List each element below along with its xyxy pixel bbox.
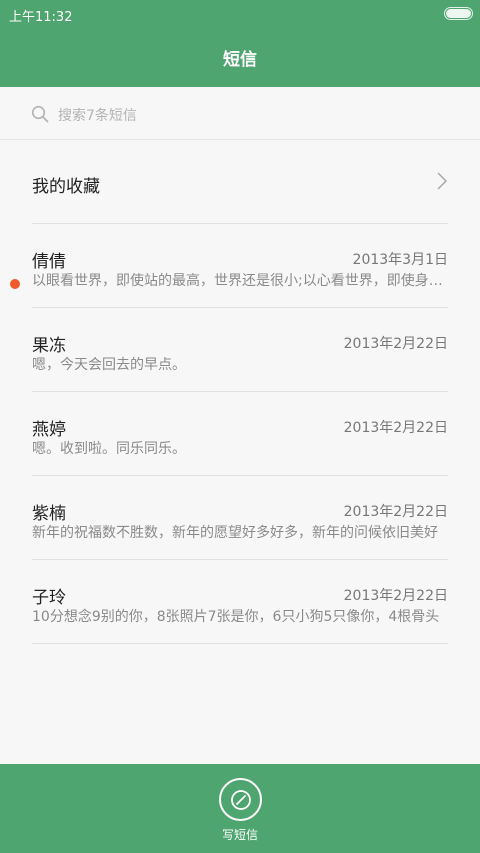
- page-title: 短信: [223, 50, 257, 70]
- conversation-item: 燕婷 2013年2月22日 嗯。收到啦。同乐同乐。: [32, 392, 448, 476]
- conversation-item: 紫楠 2013年2月22日 新年的祝福数不胜数，新年的愿望好多好多，新年的问候依…: [32, 476, 448, 560]
- favorites-label: 我的收藏: [32, 177, 100, 197]
- message-date: 2013年2月22日: [343, 588, 448, 604]
- compose-button[interactable]: [219, 778, 262, 821]
- contact-name: 倩倩: [32, 252, 66, 272]
- contact-name: 子玲: [32, 588, 66, 608]
- conversation-item: 果冻 2013年2月22日 嗯，今天会回去的早点。: [32, 308, 448, 392]
- bottom-bar: 写短信: [0, 764, 480, 853]
- search-icon: [31, 105, 49, 123]
- unread-dot-icon: [10, 279, 20, 289]
- compose-icon: [231, 790, 251, 810]
- conversation-row[interactable]: 紫楠 2013年2月22日 新年的祝福数不胜数，新年的愿望好多好多，新年的问候依…: [0, 476, 480, 560]
- message-date: 2013年2月22日: [343, 420, 448, 436]
- conversation-list: 我的收藏 倩倩 2013年3月1日 以眼看世界，即使站的最高，世界还是很小;以心…: [0, 140, 480, 644]
- message-date: 2013年2月22日: [343, 504, 448, 520]
- app-header: 上午11:32 短信: [0, 0, 480, 87]
- message-preview: 10分想念9别的你，8张照片7张是你，6只小狗5只像你，4根骨头: [32, 609, 440, 625]
- conversation-item: 倩倩 2013年3月1日 以眼看世界，即使站的最高，世界还是很小;以心看世界，即…: [32, 224, 448, 308]
- contact-name: 燕婷: [32, 420, 66, 440]
- compose-label[interactable]: 写短信: [0, 826, 480, 843]
- contact-name: 果冻: [32, 336, 66, 356]
- chevron-right-icon: [437, 172, 448, 190]
- conversation-row[interactable]: 子玲 2013年2月22日 10分想念9别的你，8张照片7张是你，6只小狗5只像…: [0, 560, 480, 644]
- status-time: 上午11:32: [9, 10, 73, 25]
- conversation-row[interactable]: 倩倩 2013年3月1日 以眼看世界，即使站的最高，世界还是很小;以心看世界，即…: [0, 224, 480, 308]
- message-date: 2013年3月1日: [352, 252, 448, 268]
- message-date: 2013年2月22日: [343, 336, 448, 352]
- message-preview: 嗯，今天会回去的早点。: [32, 357, 186, 373]
- search-bar[interactable]: 搜索7条短信: [0, 87, 480, 140]
- message-preview: 新年的祝福数不胜数，新年的愿望好多好多，新年的问候依旧美好: [32, 525, 438, 541]
- search-input[interactable]: 搜索7条短信: [58, 105, 137, 125]
- conversation-item: 子玲 2013年2月22日 10分想念9别的你，8张照片7张是你，6只小狗5只像…: [32, 560, 448, 644]
- sms-app: 上午11:32 短信 搜索7条短信 我的收藏 倩倩 2013年3月1日 以眼看世…: [0, 0, 480, 853]
- battery-icon: [444, 7, 473, 20]
- message-preview: 以眼看世界，即使站的最高，世界还是很小;以心看世界，即使身处最低处，世界也是很大: [32, 273, 448, 289]
- contact-name: 紫楠: [32, 504, 66, 524]
- favorites-row[interactable]: 我的收藏: [32, 140, 448, 224]
- conversation-row[interactable]: 果冻 2013年2月22日 嗯，今天会回去的早点。: [0, 308, 480, 392]
- conversation-row[interactable]: 燕婷 2013年2月22日 嗯。收到啦。同乐同乐。: [0, 392, 480, 476]
- status-bar: 上午11:32: [0, 0, 480, 28]
- message-preview: 嗯。收到啦。同乐同乐。: [32, 441, 186, 457]
- battery-level: [446, 9, 471, 18]
